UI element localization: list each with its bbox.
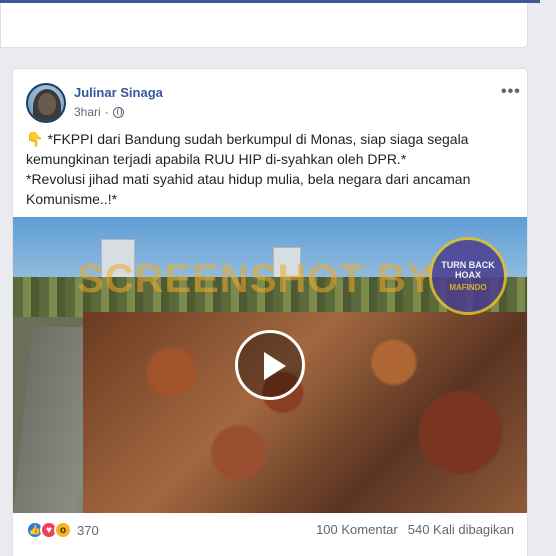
post-stats: 100 Komentar 540 Kali dibagikan <box>316 522 514 537</box>
avatar[interactable] <box>26 83 66 123</box>
previous-post-card <box>0 3 528 48</box>
watermark-text: SCREENSHOT BY <box>77 257 435 301</box>
video-player[interactable]: SCREENSHOT BY TURN BACK HOAX MAFINDO <box>13 217 527 513</box>
comments-count-link[interactable]: 100 Komentar <box>316 522 398 537</box>
post-card: Julinar Sinaga 3hari · ••• 👇 *FKPPI dari … <box>12 68 528 556</box>
post-text-line: *Revolusi jihad mati syahid atau hidup m… <box>26 171 471 187</box>
reactions-summary[interactable]: 👍 ♥ o 370 <box>26 521 99 539</box>
post-text-line: Komunisme..!* <box>26 191 118 207</box>
avatar-face <box>38 93 56 115</box>
turnbackhoax-logo: TURN BACK HOAX MAFINDO <box>429 237 507 315</box>
wow-icon: o <box>54 521 72 539</box>
video-crowd <box>83 312 527 513</box>
post-time[interactable]: 3hari <box>74 105 101 119</box>
page-margin <box>540 0 556 556</box>
reaction-count[interactable]: 370 <box>77 523 99 538</box>
post-footer: 👍 ♥ o 370 100 Komentar 540 Kali dibagika… <box>13 513 527 553</box>
pointing-down-icon: 👇 <box>26 131 44 147</box>
more-options-button[interactable]: ••• <box>501 83 521 101</box>
shares-count-link[interactable]: 540 Kali dibagikan <box>408 522 514 537</box>
post-text-line: kemungkinan terjadi apabila RUU HIP di-s… <box>26 151 407 167</box>
author-name[interactable]: Julinar Sinaga <box>74 85 163 100</box>
post-meta: 3hari · <box>74 105 124 119</box>
post-text: 👇 *FKPPI dari Bandung sudah berkumpul di … <box>26 129 516 209</box>
post-text-line: 👇 *FKPPI dari Bandung sudah berkumpul di … <box>26 131 469 147</box>
play-icon[interactable] <box>235 330 305 400</box>
globe-icon <box>112 106 124 118</box>
